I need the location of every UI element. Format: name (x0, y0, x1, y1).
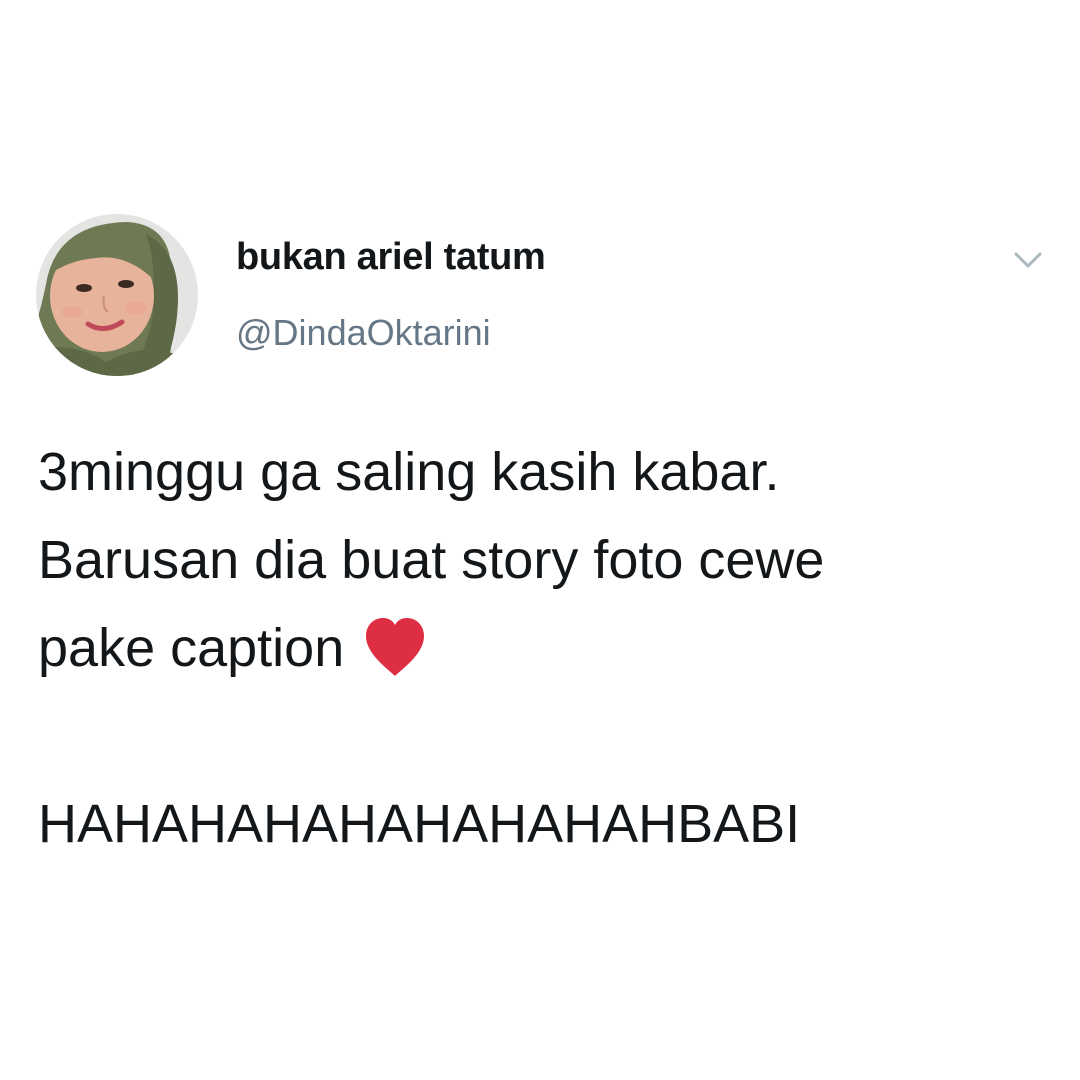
user-handle[interactable]: @DindaOktarini (236, 312, 491, 354)
tweet-text-line: Barusan dia buat story foto cewe (38, 530, 825, 590)
tweet-text: 3minggu ga saling kasih kabar. Barusan d… (38, 428, 1048, 868)
chevron-down-icon[interactable] (1008, 240, 1048, 280)
tweet-text-fragment: pake caption (38, 618, 345, 678)
tweet-text-line: 3minggu ga saling kasih kabar. (38, 442, 780, 502)
avatar[interactable] (36, 214, 198, 376)
profile-photo (36, 214, 198, 376)
tweet-punchline: HAHAHAHAHAHAHAHAHBABI (38, 794, 801, 854)
display-name[interactable]: bukan ariel tatum (236, 236, 546, 279)
heart-icon (362, 616, 428, 678)
tweet-text-line: pake caption (38, 604, 1048, 692)
